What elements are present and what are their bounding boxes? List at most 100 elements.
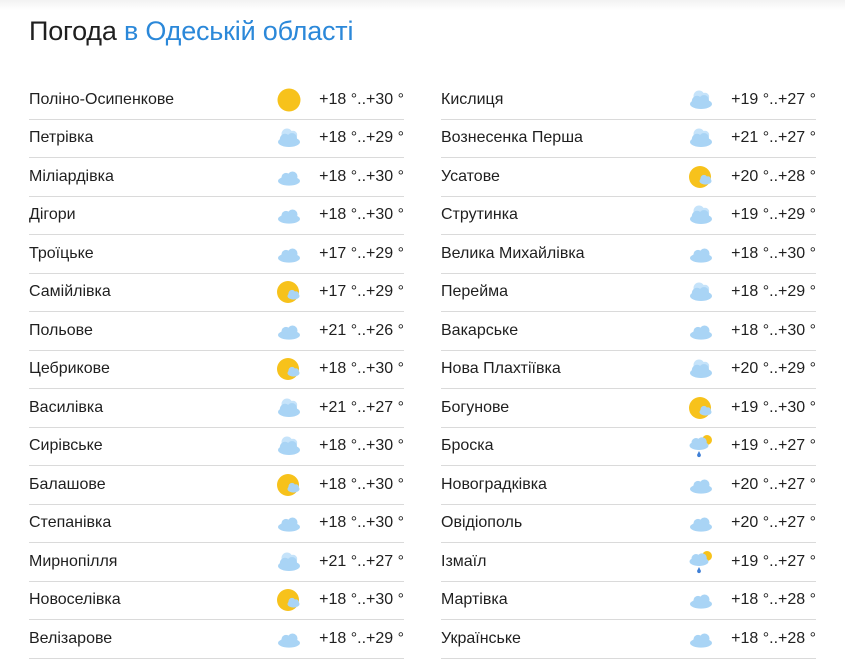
city-name[interactable]: Перейма — [441, 283, 688, 301]
temperature-range: +19 °..+30 ° — [731, 398, 816, 416]
city-row[interactable]: Василівка +21 °..+27 ° — [29, 389, 404, 428]
city-name[interactable]: Самійлівка — [29, 283, 276, 301]
city-row[interactable]: Броска +19 °..+27 ° — [441, 428, 816, 466]
temperature-range: +21 °..+26 ° — [319, 321, 404, 339]
temperature-range: +21 °..+27 ° — [319, 398, 404, 416]
city-row[interactable]: Новоселівка +18 °..+30 ° — [29, 582, 404, 620]
city-row[interactable]: Дігори +18 °..+30 ° — [29, 197, 404, 235]
temperature-range: +20 °..+27 ° — [731, 514, 816, 532]
cloudy-icon — [688, 202, 714, 228]
light-cloud-icon — [276, 241, 302, 267]
city-name[interactable]: Вакарське — [441, 322, 688, 340]
city-name[interactable]: Нова Плахтіївка — [441, 360, 688, 378]
city-name[interactable]: Усатове — [441, 168, 688, 186]
city-name[interactable]: Дігори — [29, 206, 276, 224]
city-name[interactable]: Мирнопілля — [29, 553, 276, 571]
city-row[interactable]: Степанівка +18 °..+30 ° — [29, 505, 404, 543]
light-cloud-icon — [688, 626, 714, 652]
temperature-range: +19 °..+29 ° — [731, 206, 816, 224]
temperature-range: +19 °..+27 ° — [731, 437, 816, 455]
temperature-range: +20 °..+28 ° — [731, 167, 816, 185]
sun-cloud-icon — [276, 279, 302, 305]
city-row[interactable]: Поліно-Осипенкове +18 °..+30 ° — [29, 81, 404, 120]
page-title: Погода в Одеській області — [29, 16, 353, 47]
city-name[interactable]: Велізарове — [29, 630, 276, 648]
city-list-right: Кислиця +19 °..+27 ° Вознесенка Перша +21 °… — [441, 81, 816, 659]
city-row[interactable]: Міліардівка +18 °..+30 ° — [29, 158, 404, 197]
temperature-range: +18 °..+30 ° — [319, 475, 404, 493]
city-name[interactable]: Польове — [29, 322, 276, 340]
city-name[interactable]: Міліардівка — [29, 168, 276, 186]
temperature-range: +21 °..+27 ° — [731, 129, 816, 147]
city-row[interactable]: Усатове +20 °..+28 ° — [441, 158, 816, 197]
cloudy-icon — [688, 125, 714, 151]
city-name[interactable]: Новоградківка — [441, 476, 688, 494]
temperature-range: +18 °..+28 ° — [731, 629, 816, 647]
city-name[interactable]: Балашове — [29, 476, 276, 494]
city-name[interactable]: Сирівське — [29, 437, 276, 455]
city-name[interactable]: Поліно-Осипенкове — [29, 91, 276, 109]
city-row[interactable]: Вознесенка Перша +21 °..+27 ° — [441, 120, 816, 158]
temperature-range: +18 °..+30 ° — [731, 321, 816, 339]
light-cloud-icon — [276, 202, 302, 228]
city-row[interactable]: Перейма +18 °..+29 ° — [441, 274, 816, 312]
sun-icon — [276, 87, 302, 113]
city-row[interactable]: Петрівка +18 °..+29 ° — [29, 120, 404, 158]
city-row[interactable]: Кислиця +19 °..+27 ° — [441, 81, 816, 120]
city-name[interactable]: Струтинка — [441, 206, 688, 224]
temperature-range: +18 °..+29 ° — [319, 129, 404, 147]
city-row[interactable]: Польове +21 °..+26 ° — [29, 312, 404, 351]
city-name[interactable]: Овідіополь — [441, 514, 688, 532]
temperature-range: +18 °..+30 ° — [319, 514, 404, 532]
temperature-range: +18 °..+29 ° — [731, 283, 816, 301]
city-row[interactable]: Ізмаїл +19 °..+27 ° — [441, 543, 816, 582]
cloudy-icon — [276, 549, 302, 575]
city-row[interactable]: Нова Плахтіївка +20 °..+29 ° — [441, 351, 816, 389]
city-row[interactable]: Цебрикове +18 °..+30 ° — [29, 351, 404, 389]
light-cloud-icon — [688, 241, 714, 267]
city-name[interactable]: Вознесенка Перша — [441, 129, 688, 147]
temperature-range: +18 °..+30 ° — [319, 90, 404, 108]
city-row[interactable]: Вакарське +18 °..+30 ° — [441, 312, 816, 351]
city-name[interactable]: Петрівка — [29, 129, 276, 147]
sun-cloud-icon — [276, 472, 302, 498]
city-name[interactable]: Богунове — [441, 399, 688, 417]
city-row[interactable]: Новоградківка +20 °..+27 ° — [441, 466, 816, 505]
city-name[interactable]: Троїцьке — [29, 245, 276, 263]
city-name[interactable]: Українське — [441, 630, 688, 648]
city-row[interactable]: Мирнопілля +21 °..+27 ° — [29, 543, 404, 582]
temperature-range: +18 °..+30 ° — [731, 244, 816, 262]
sun-cloud-icon — [688, 164, 714, 190]
city-name[interactable]: Кислиця — [441, 91, 688, 109]
city-name[interactable]: Велика Михайлівка — [441, 245, 688, 263]
city-name[interactable]: Новоселівка — [29, 591, 276, 609]
city-row[interactable]: Балашове +18 °..+30 ° — [29, 466, 404, 505]
city-name[interactable]: Ізмаїл — [441, 553, 688, 571]
city-row[interactable]: Овідіополь +20 °..+27 ° — [441, 505, 816, 543]
light-cloud-icon — [276, 510, 302, 536]
city-name[interactable]: Цебрикове — [29, 360, 276, 378]
city-list-left: Поліно-Осипенкове +18 °..+30 ° Петрівка +18… — [29, 81, 404, 659]
sun-cloud-icon — [276, 356, 302, 382]
city-row[interactable]: Сирівське +18 °..+30 ° — [29, 428, 404, 466]
title-region-link[interactable]: в Одеській області — [124, 16, 353, 46]
city-row[interactable]: Велика Михайлівка +18 °..+30 ° — [441, 235, 816, 274]
city-row[interactable]: Струтинка +19 °..+29 ° — [441, 197, 816, 235]
city-row[interactable]: Троїцьке +17 °..+29 ° — [29, 235, 404, 274]
cloudy-icon — [276, 125, 302, 151]
city-row[interactable]: Велізарове +18 °..+29 ° — [29, 620, 404, 659]
city-row[interactable]: Мартівка +18 °..+28 ° — [441, 582, 816, 620]
city-name[interactable]: Василівка — [29, 399, 276, 417]
cloudy-icon — [688, 87, 714, 113]
sun-cloud-icon — [688, 395, 714, 421]
city-row[interactable]: Українське +18 °..+28 ° — [441, 620, 816, 659]
city-name[interactable]: Степанівка — [29, 514, 276, 532]
temperature-range: +18 °..+29 ° — [319, 629, 404, 647]
light-cloud-icon — [688, 318, 714, 344]
city-row[interactable]: Богунове +19 °..+30 ° — [441, 389, 816, 428]
temperature-range: +20 °..+29 ° — [731, 360, 816, 378]
city-name[interactable]: Мартівка — [441, 591, 688, 609]
temperature-range: +18 °..+30 ° — [319, 591, 404, 609]
city-name[interactable]: Броска — [441, 437, 688, 455]
city-row[interactable]: Самійлівка +17 °..+29 ° — [29, 274, 404, 312]
